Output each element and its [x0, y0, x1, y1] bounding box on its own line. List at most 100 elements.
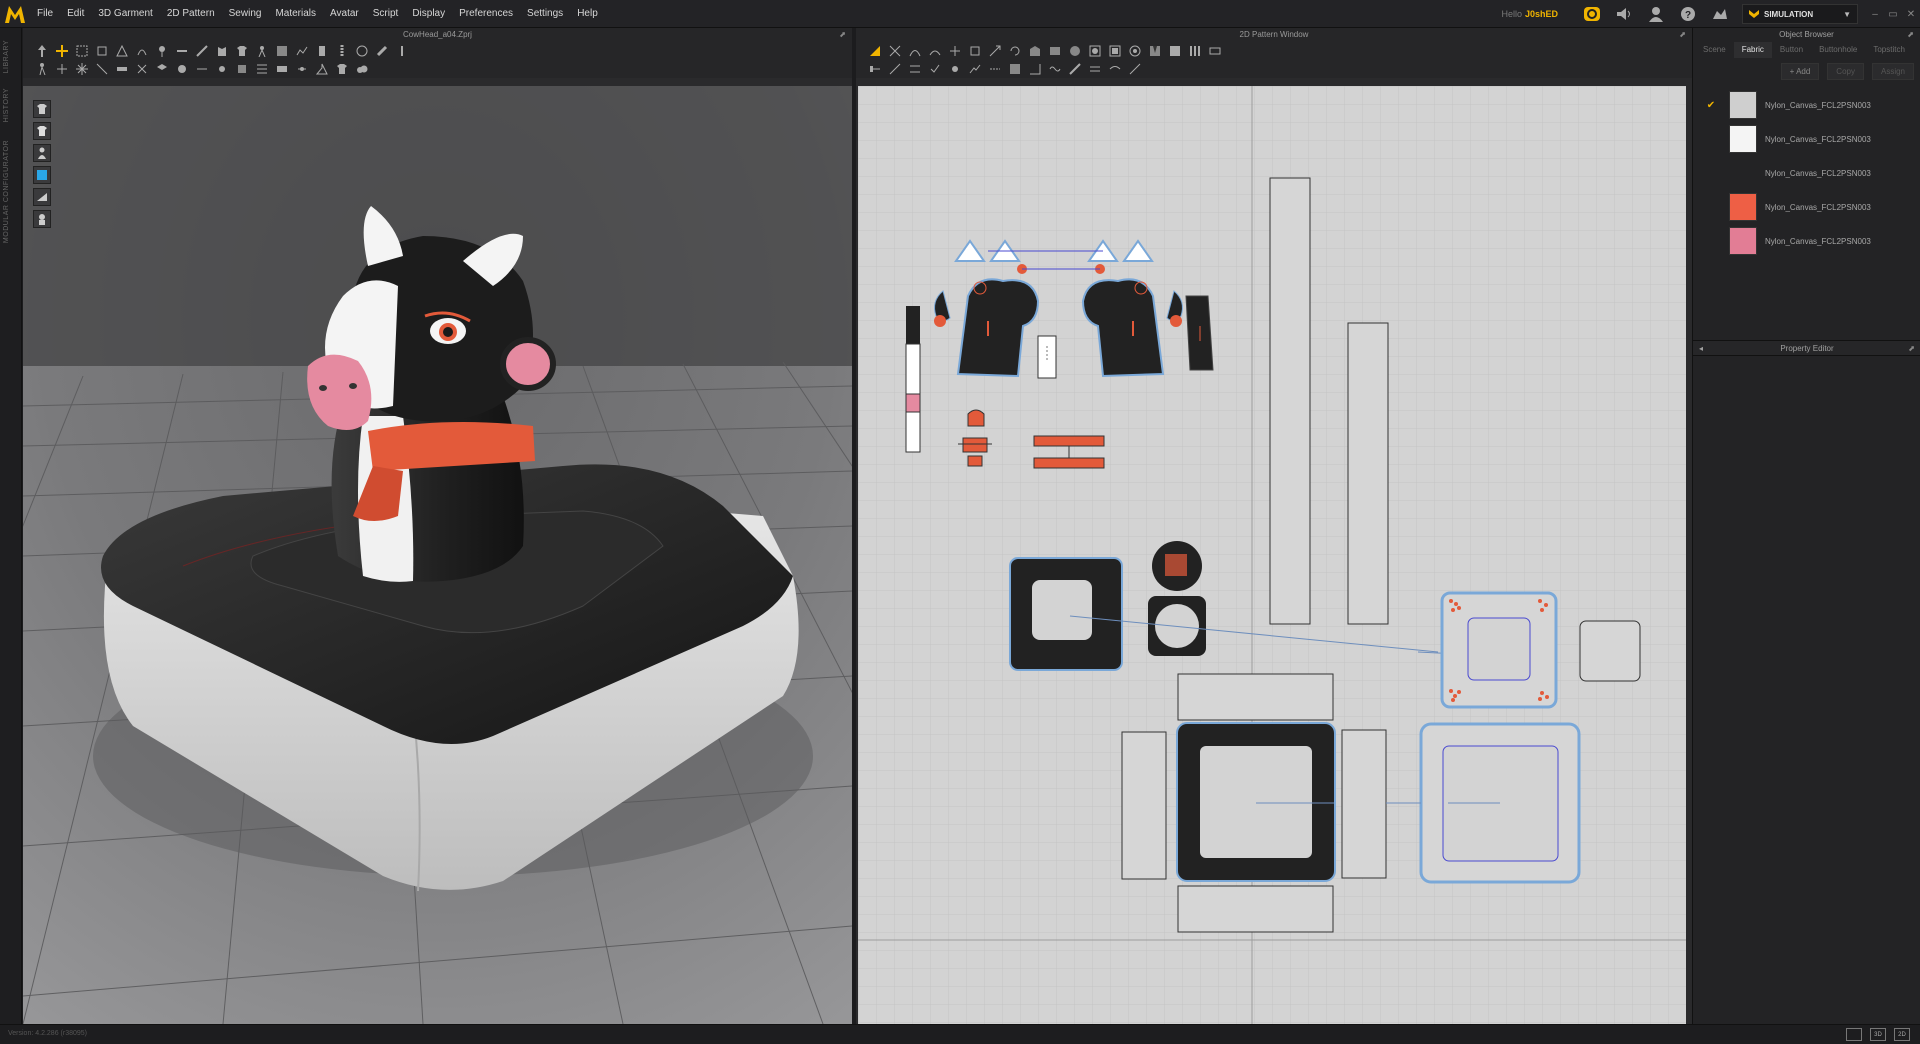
pattern-board[interactable] — [858, 86, 1686, 1024]
menu-script[interactable]: Script — [366, 0, 406, 28]
gpu-icon[interactable] — [1710, 4, 1730, 24]
polygon-icon[interactable] — [1028, 44, 1042, 58]
ruler-icon[interactable] — [395, 44, 409, 58]
avatar-icon[interactable] — [33, 144, 51, 162]
move-tool-icon[interactable] — [35, 44, 49, 58]
cloud-icon[interactable] — [355, 62, 369, 76]
edit-point-icon[interactable] — [888, 44, 902, 58]
circle-icon[interactable] — [1068, 44, 1082, 58]
select-tool-icon[interactable] — [55, 44, 69, 58]
maximize-icon[interactable]: ⬈ — [1908, 341, 1915, 357]
walk-icon[interactable] — [35, 62, 49, 76]
strengthen-icon[interactable] — [55, 62, 69, 76]
tab-scene[interactable]: Scene — [1695, 42, 1734, 58]
align-icon[interactable] — [275, 62, 289, 76]
marvelous-logo-icon[interactable] — [0, 0, 30, 28]
fabric-swatch[interactable] — [1729, 159, 1757, 187]
garment-display-icon[interactable] — [33, 122, 51, 140]
free-sewing-icon[interactable] — [888, 62, 902, 76]
puckering-2d-icon[interactable] — [1048, 62, 1062, 76]
avatar-bust-icon[interactable] — [33, 210, 51, 228]
fold-icon[interactable] — [115, 44, 129, 58]
assign-fabric-button[interactable]: Assign — [1871, 62, 1914, 80]
internal-circle-icon[interactable] — [1128, 44, 1142, 58]
dart-icon[interactable] — [1148, 44, 1162, 58]
button-tool-icon[interactable] — [355, 44, 369, 58]
scale-icon[interactable] — [988, 44, 1002, 58]
m-n-sewing-icon[interactable] — [908, 62, 922, 76]
tack-icon[interactable] — [175, 44, 189, 58]
puckering-icon[interactable] — [235, 62, 249, 76]
deactivate-icon[interactable] — [95, 62, 109, 76]
menu-materials[interactable]: Materials — [268, 0, 323, 28]
grading-icon[interactable] — [1028, 62, 1042, 76]
avatar-display-icon[interactable] — [33, 100, 51, 118]
menu-help[interactable]: Help — [570, 0, 605, 28]
segment-sewing-icon[interactable] — [868, 62, 882, 76]
fit-garment-icon[interactable] — [335, 62, 349, 76]
shrinkage-icon[interactable] — [135, 62, 149, 76]
hanger-icon[interactable] — [315, 62, 329, 76]
3d-scene[interactable] — [23, 86, 852, 1024]
add-point-icon[interactable] — [948, 44, 962, 58]
fabric-item[interactable]: Nylon_Canvas_FCL2PSN003 — [1693, 224, 1920, 258]
user-profile-icon[interactable] — [1646, 4, 1666, 24]
menu-preferences[interactable]: Preferences — [452, 0, 520, 28]
measure-2d-icon[interactable] — [1108, 62, 1122, 76]
shirt-icon[interactable] — [235, 44, 249, 58]
tab-topstitch[interactable]: Topstitch — [1865, 42, 1913, 58]
curve-point-icon[interactable] — [928, 44, 942, 58]
texture-view-icon[interactable] — [33, 166, 51, 184]
flatten-icon[interactable] — [115, 62, 129, 76]
connect-icon[interactable] — [1582, 4, 1602, 24]
pin-icon[interactable] — [155, 44, 169, 58]
tab-button[interactable]: Button — [1772, 42, 1811, 58]
modular-configurator-tab[interactable]: MODULAR CONFIGURATOR — [3, 140, 10, 243]
fabric-item[interactable]: Nylon_Canvas_FCL2PSN003 — [1693, 190, 1920, 224]
annotation-icon[interactable] — [1068, 62, 1082, 76]
arrange-points-icon[interactable] — [295, 62, 309, 76]
help-icon[interactable]: ? — [1678, 4, 1698, 24]
tab-fabric[interactable]: Fabric — [1733, 42, 1772, 58]
history-tab[interactable]: HISTORY — [3, 88, 10, 122]
layout-single-icon[interactable] — [1846, 1028, 1862, 1041]
internal-polygon-icon[interactable] — [1088, 44, 1102, 58]
texture-icon[interactable] — [275, 44, 289, 58]
edit-texture-icon[interactable] — [1008, 62, 1022, 76]
minimize-icon[interactable]: – — [1866, 9, 1884, 20]
layout-2d-icon[interactable]: 2D — [1894, 1028, 1910, 1041]
menu-display[interactable]: Display — [405, 0, 452, 28]
fold-pattern-icon[interactable] — [1188, 44, 1202, 58]
arrange-icon[interactable] — [135, 44, 149, 58]
pleat-icon[interactable] — [1168, 44, 1182, 58]
edit-sewing-icon[interactable] — [968, 62, 982, 76]
tape-icon[interactable] — [375, 44, 389, 58]
baseline-icon[interactable] — [1128, 62, 1142, 76]
chevron-right-icon[interactable]: ◂ — [1699, 341, 1703, 357]
menu-edit[interactable]: Edit — [60, 0, 91, 28]
rotate-icon[interactable] — [1008, 44, 1022, 58]
speaker-icon[interactable] — [1614, 4, 1634, 24]
restore-icon[interactable]: ▭ — [1884, 9, 1902, 20]
fabric-item[interactable]: ✔ Nylon_Canvas_FCL2PSN003 — [1693, 88, 1920, 122]
fabric-swatch[interactable] — [1729, 227, 1757, 255]
fabric-item[interactable]: Nylon_Canvas_FCL2PSN003 — [1693, 156, 1920, 190]
3d-viewport[interactable] — [23, 86, 852, 1024]
topstitch-icon[interactable] — [988, 62, 1002, 76]
transform-pattern-icon[interactable] — [968, 44, 982, 58]
tack-on-avatar-icon[interactable] — [948, 62, 962, 76]
fabric-swatch[interactable] — [1729, 125, 1757, 153]
circle-dot-icon[interactable] — [175, 62, 189, 76]
add-fabric-button[interactable]: + Add — [1780, 62, 1820, 80]
menu-2d-pattern[interactable]: 2D Pattern — [160, 0, 222, 28]
freeze-icon[interactable] — [75, 62, 89, 76]
copy-fabric-button[interactable]: Copy — [1827, 62, 1864, 80]
transform-icon[interactable] — [95, 44, 109, 58]
fabric-item[interactable]: Nylon_Canvas_FCL2PSN003 — [1693, 122, 1920, 156]
menu-avatar[interactable]: Avatar — [323, 0, 366, 28]
layer-icon[interactable] — [155, 62, 169, 76]
fabric-swatch[interactable] — [1729, 193, 1757, 221]
avatar-measure-icon[interactable] — [255, 44, 269, 58]
fabric-swatch[interactable] — [1729, 91, 1757, 119]
line-tool-icon[interactable] — [1088, 62, 1102, 76]
